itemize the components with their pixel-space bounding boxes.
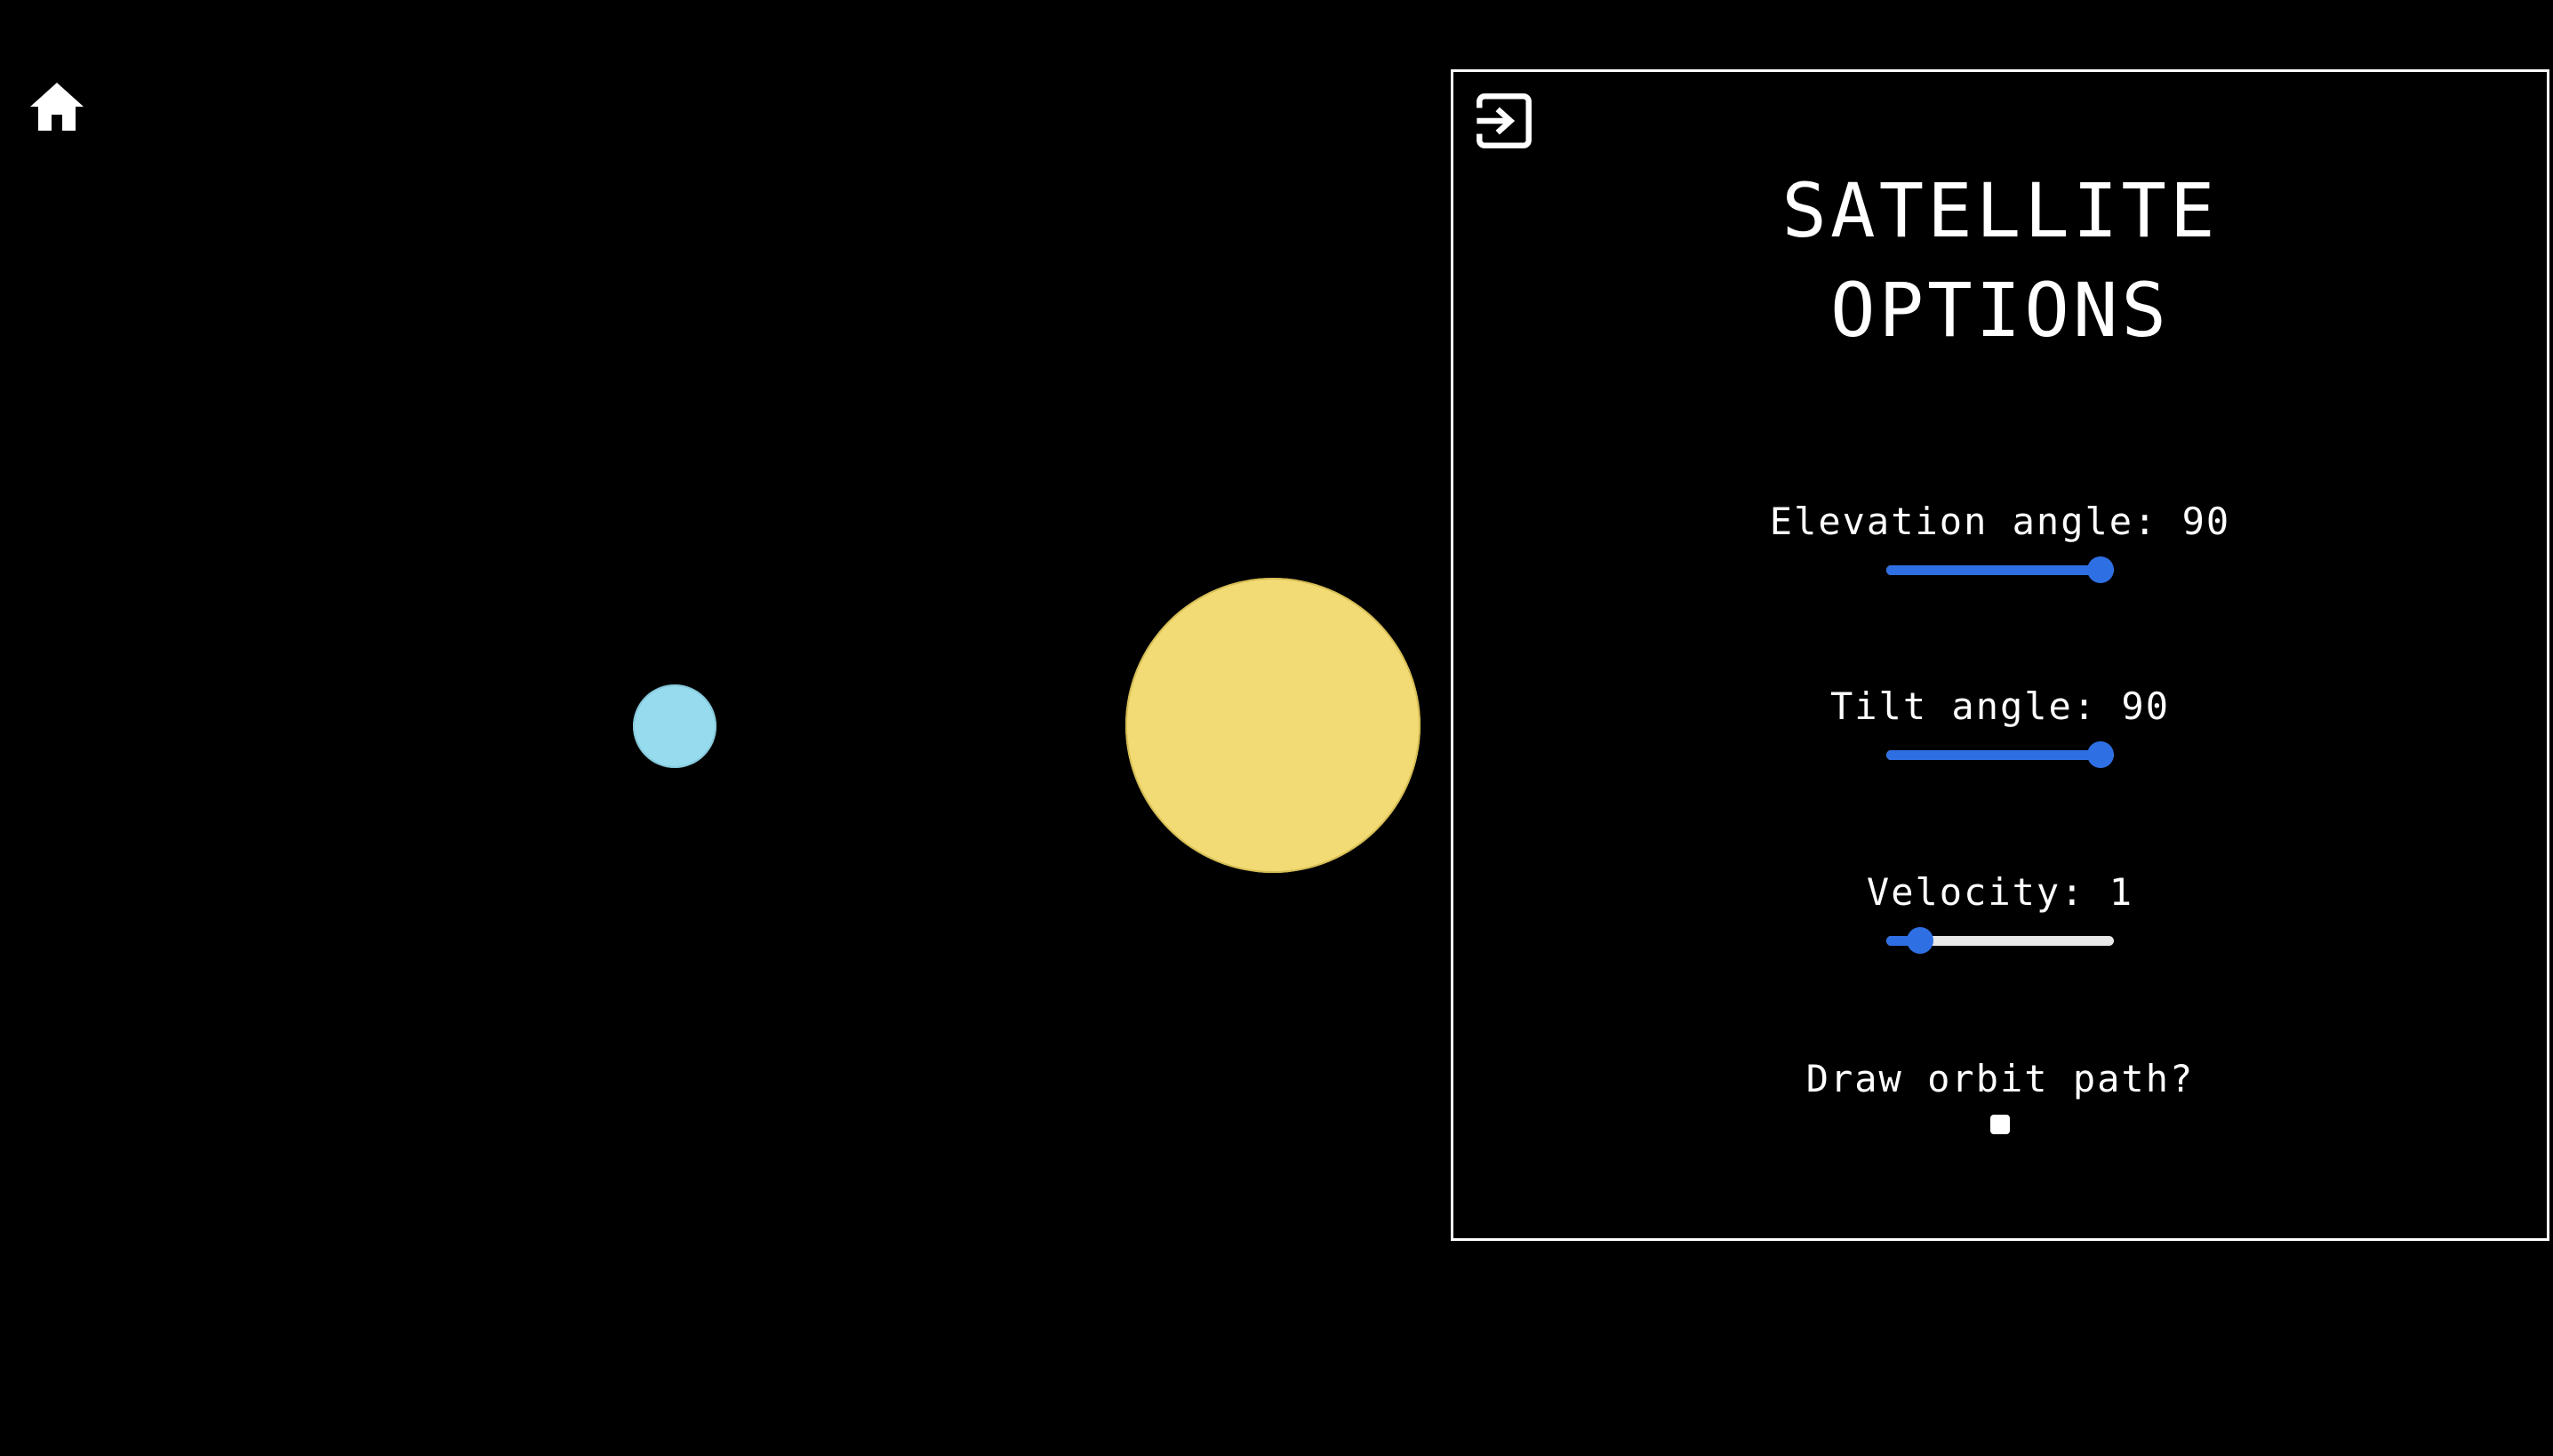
slider-fill xyxy=(1886,565,2101,575)
velocity-slider[interactable] xyxy=(1886,924,2114,956)
elevation-control: Elevation angle: 90 xyxy=(1453,499,2547,586)
tilt-angle-slider[interactable] xyxy=(1886,739,2114,771)
slider-thumb[interactable] xyxy=(2087,556,2114,583)
collapse-panel-button[interactable] xyxy=(1473,90,1535,152)
elevation-angle-label: Elevation angle: 90 xyxy=(1769,500,2231,543)
home-icon xyxy=(30,83,84,131)
panel-title-line1: SATELLITE xyxy=(1781,167,2219,254)
velocity-label: Velocity: 1 xyxy=(1866,870,2134,914)
velocity-control: Velocity: 1 xyxy=(1453,869,2547,956)
orbit-path-checkbox[interactable] xyxy=(1990,1115,2010,1134)
orbit-path-label: Draw orbit path? xyxy=(1805,1057,2195,1100)
satellite-options-panel: SATELLITE OPTIONS Elevation angle: 90 Ti… xyxy=(1451,69,2549,1241)
exit-panel-icon xyxy=(1475,93,1532,148)
panel-title-line2: OPTIONS xyxy=(1829,267,2170,354)
slider-thumb[interactable] xyxy=(2087,741,2114,768)
satellite xyxy=(633,684,716,768)
home-button[interactable] xyxy=(23,75,91,139)
slider-thumb[interactable] xyxy=(1906,927,1933,954)
tilt-control: Tilt angle: 90 xyxy=(1453,684,2547,771)
sun xyxy=(1125,578,1421,873)
slider-fill xyxy=(1886,750,2101,760)
panel-title: SATELLITE OPTIONS xyxy=(1453,161,2547,360)
elevation-angle-slider[interactable] xyxy=(1886,554,2114,586)
tilt-angle-label: Tilt angle: 90 xyxy=(1829,684,2170,728)
orbit-path-control: Draw orbit path? xyxy=(1453,1056,2547,1134)
